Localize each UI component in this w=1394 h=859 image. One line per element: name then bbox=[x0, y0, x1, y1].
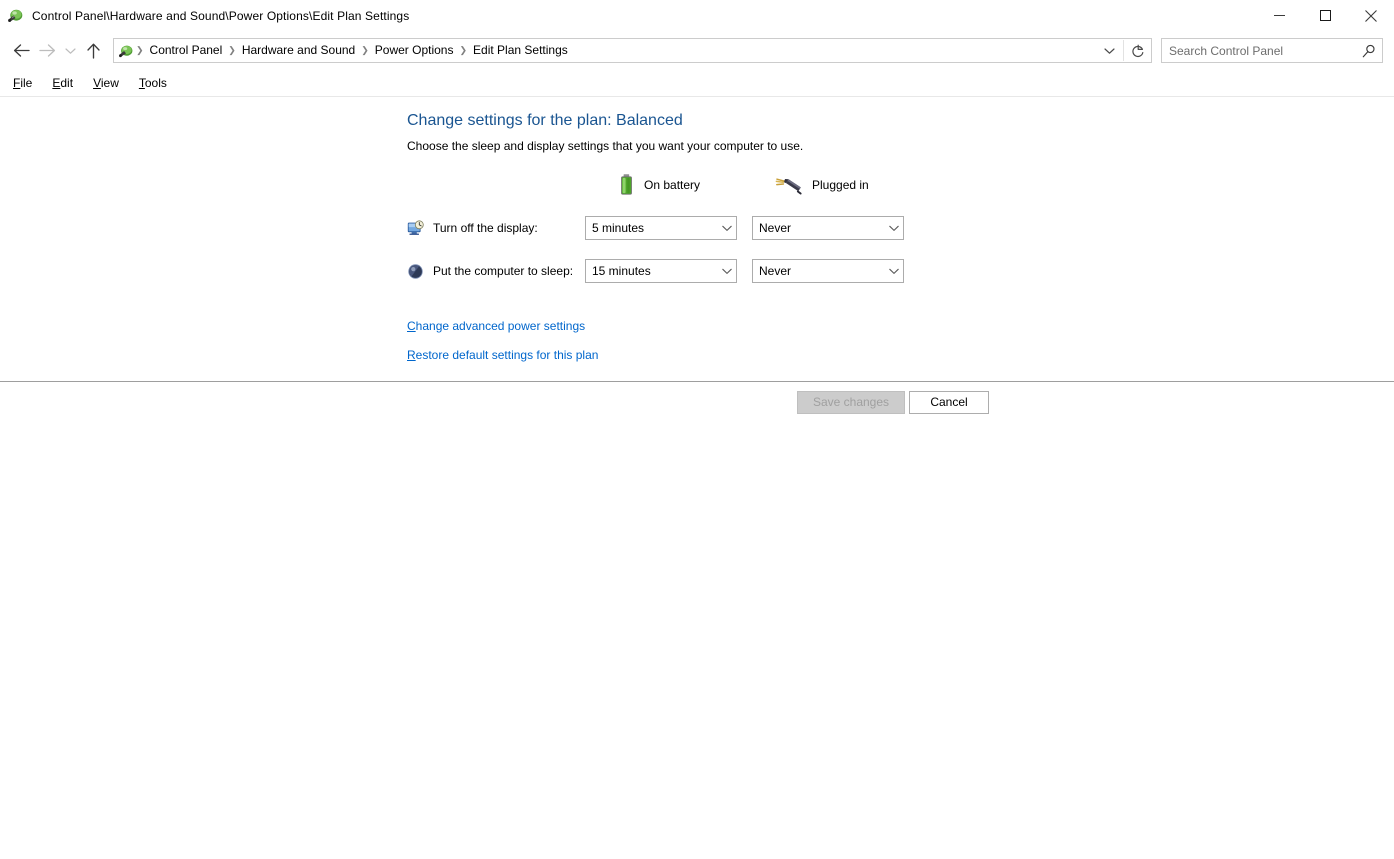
chevron-down-icon bbox=[884, 268, 903, 275]
display-plugged-in-dropdown[interactable]: Never bbox=[752, 216, 904, 240]
chevron-down-icon bbox=[717, 225, 736, 232]
address-bar[interactable]: ❯ Control Panel ❯ Hardware and Sound ❯ P… bbox=[113, 38, 1152, 63]
cancel-button[interactable]: Cancel bbox=[909, 391, 989, 414]
column-header-label: On battery bbox=[644, 178, 701, 192]
up-button[interactable] bbox=[80, 38, 106, 64]
minimize-button[interactable] bbox=[1256, 0, 1302, 31]
breadcrumb-separator: ❯ bbox=[136, 45, 144, 55]
save-changes-button[interactable]: Save changes bbox=[797, 391, 905, 414]
link-restore-default-settings[interactable]: Restore default settings for this plan bbox=[407, 348, 598, 362]
display-on-battery-dropdown[interactable]: 5 minutes bbox=[585, 216, 737, 240]
back-arrow-icon bbox=[13, 44, 30, 57]
menu-file[interactable]: File bbox=[3, 72, 42, 94]
menu-view-label: iew bbox=[100, 76, 119, 90]
menu-view[interactable]: View bbox=[83, 72, 129, 94]
setting-row-put-computer-to-sleep: Put the computer to sleep: 15 minutes Ne… bbox=[407, 259, 904, 283]
minimize-icon bbox=[1273, 15, 1285, 16]
breadcrumb-separator: ❯ bbox=[361, 45, 369, 55]
menu-tools-label: ools bbox=[144, 76, 167, 90]
footer-pane: Save changes Cancel bbox=[0, 382, 1394, 859]
search-icon bbox=[1362, 44, 1375, 57]
link-change-advanced-power-settings[interactable]: Change advanced power settings bbox=[407, 319, 585, 333]
navigation-bar: ❯ Control Panel ❯ Hardware and Sound ❯ P… bbox=[0, 31, 1394, 70]
maximize-icon bbox=[1319, 10, 1331, 21]
refresh-icon bbox=[1131, 44, 1143, 57]
maximize-button[interactable] bbox=[1302, 0, 1348, 31]
recent-locations-button[interactable] bbox=[60, 38, 80, 64]
page-title: Change settings for the plan: Balanced bbox=[407, 112, 683, 129]
dropdown-value: Never bbox=[759, 221, 792, 235]
forward-button[interactable] bbox=[34, 38, 60, 64]
column-headers: On battery Plugged in bbox=[407, 172, 927, 198]
setting-row-label: Put the computer to sleep: bbox=[433, 264, 574, 278]
chevron-down-icon bbox=[1104, 47, 1115, 54]
close-button[interactable] bbox=[1348, 0, 1394, 31]
breadcrumb-power-options[interactable]: Power Options bbox=[370, 39, 459, 62]
page-subtitle: Choose the sleep and display settings th… bbox=[407, 139, 804, 153]
control-panel-power-icon bbox=[8, 9, 23, 22]
breadcrumb-control-panel[interactable]: Control Panel bbox=[145, 39, 228, 62]
back-button[interactable] bbox=[8, 38, 34, 64]
column-header-on-battery: On battery bbox=[618, 172, 700, 198]
content-pane: Change settings for the plan: Balanced C… bbox=[0, 97, 1394, 382]
menu-edit[interactable]: Edit bbox=[42, 72, 83, 94]
menu-bar: File Edit View Tools bbox=[0, 70, 1394, 96]
address-dropdown-button[interactable] bbox=[1096, 39, 1123, 62]
dropdown-value: Never bbox=[759, 264, 792, 278]
refresh-button[interactable] bbox=[1124, 39, 1151, 62]
breadcrumb-hardware-and-sound[interactable]: Hardware and Sound bbox=[237, 39, 360, 62]
chevron-down-icon bbox=[884, 225, 903, 232]
display-clock-icon bbox=[407, 219, 424, 235]
chevron-down-icon bbox=[717, 268, 736, 275]
setting-row-turn-off-display: Turn off the display: 5 minutes Never bbox=[407, 216, 904, 240]
title-bar: Control Panel\Hardware and Sound\Power O… bbox=[0, 0, 1394, 31]
link-label: estore default settings for this plan bbox=[415, 348, 599, 362]
column-header-label: Plugged in bbox=[812, 178, 869, 192]
column-header-plugged-in: Plugged in bbox=[775, 172, 869, 198]
sleep-moon-icon bbox=[408, 263, 423, 279]
link-accesskey: C bbox=[407, 319, 416, 333]
search-button[interactable] bbox=[1356, 44, 1382, 58]
link-accesskey: R bbox=[407, 348, 416, 362]
menu-tools[interactable]: Tools bbox=[129, 72, 177, 94]
search-box[interactable] bbox=[1161, 38, 1383, 63]
up-arrow-icon bbox=[86, 43, 100, 59]
menu-edit-label: dit bbox=[60, 76, 74, 90]
battery-icon bbox=[621, 174, 632, 195]
search-input[interactable] bbox=[1162, 42, 1356, 59]
setting-row-label: Turn off the display: bbox=[433, 221, 538, 235]
link-label: hange advanced power settings bbox=[415, 319, 586, 333]
menu-file-label: ile bbox=[20, 76, 33, 90]
menu-view-accesskey: V bbox=[93, 76, 101, 90]
power-plug-icon bbox=[775, 178, 802, 195]
sleep-plugged-in-dropdown[interactable]: Never bbox=[752, 259, 904, 283]
breadcrumb-edit-plan-settings[interactable]: Edit Plan Settings bbox=[468, 39, 573, 62]
breadcrumb-separator: ❯ bbox=[459, 45, 468, 55]
control-panel-power-icon bbox=[119, 45, 133, 57]
window-controls bbox=[1256, 0, 1394, 31]
sleep-on-battery-dropdown[interactable]: 15 minutes bbox=[585, 259, 737, 283]
breadcrumb-separator: ❯ bbox=[228, 45, 236, 55]
close-icon bbox=[1365, 9, 1377, 22]
chevron-down-icon bbox=[64, 47, 76, 54]
forward-arrow-icon bbox=[38, 44, 55, 57]
dropdown-value: 15 minutes bbox=[592, 264, 651, 278]
dropdown-value: 5 minutes bbox=[592, 221, 645, 235]
window-title: Control Panel\Hardware and Sound\Power O… bbox=[32, 8, 410, 23]
